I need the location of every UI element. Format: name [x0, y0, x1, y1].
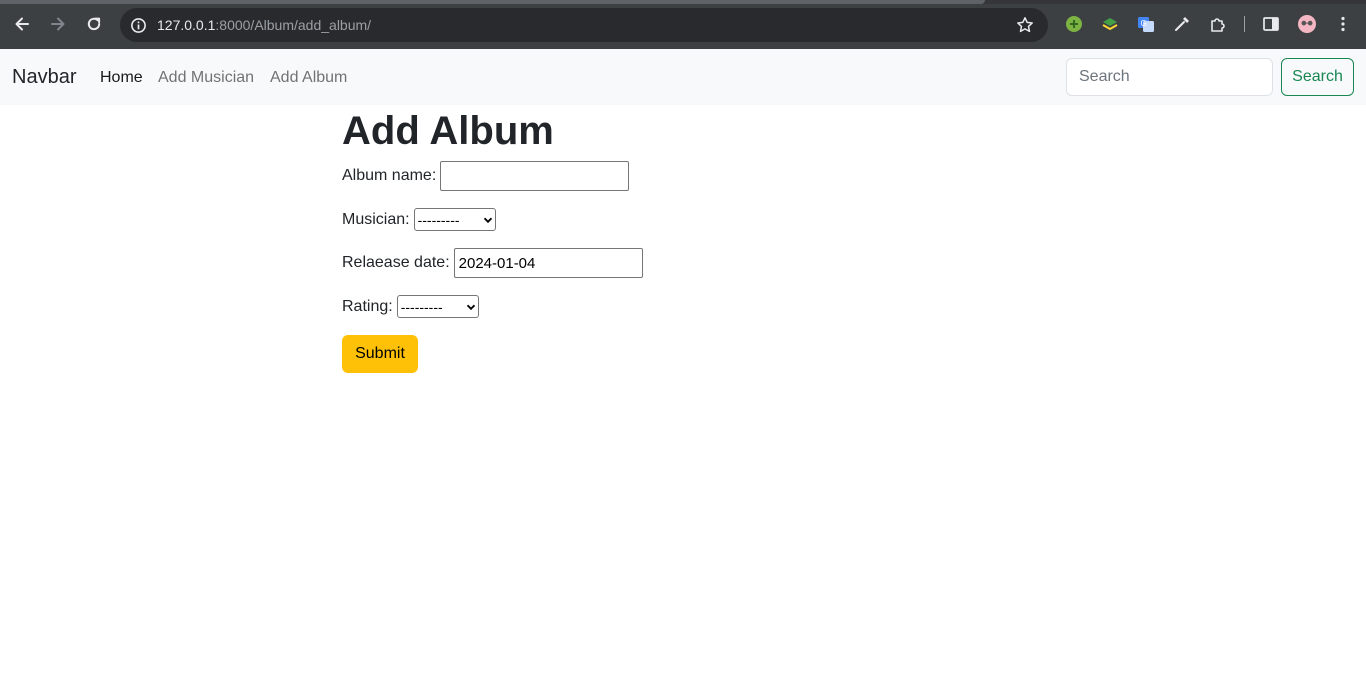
- rating-selected-value: ---------: [400, 298, 443, 315]
- search-input[interactable]: [1066, 58, 1273, 96]
- browser-menu-icon[interactable]: [1333, 14, 1353, 34]
- arrow-left-icon: [15, 17, 29, 31]
- side-panel-icon[interactable]: [1261, 14, 1281, 34]
- svg-text:G: G: [1141, 19, 1147, 28]
- nav-link-add-musician[interactable]: Add Musician: [158, 68, 254, 88]
- url-text: 127.0.0.1:8000/Album/add_album/: [157, 17, 371, 33]
- reload-icon: [87, 17, 101, 31]
- back-button[interactable]: [9, 11, 35, 37]
- page-title: Add Album: [342, 109, 554, 153]
- url-path: :8000/Album/add_album/: [215, 17, 372, 33]
- site-info-icon[interactable]: [128, 15, 148, 35]
- nav-link-home[interactable]: Home: [100, 68, 143, 88]
- profile-avatar[interactable]: [1297, 14, 1317, 34]
- rating-row: Rating: ---------: [342, 295, 479, 318]
- bookmark-star-icon[interactable]: [1016, 16, 1034, 34]
- browser-toolbar: 127.0.0.1:8000/Album/add_album/ G: [0, 0, 1366, 49]
- release-date-label: Relaease date:: [342, 254, 450, 271]
- submit-button[interactable]: Submit: [342, 335, 418, 373]
- musician-label: Musician:: [342, 210, 410, 228]
- musician-selected-value: ---------: [417, 211, 460, 228]
- tab-strip: [0, 0, 1366, 4]
- extensions-puzzle-icon[interactable]: [1208, 14, 1228, 34]
- musician-row: Musician: ---------: [342, 208, 496, 231]
- album-name-field[interactable]: [440, 161, 630, 191]
- address-bar[interactable]: 127.0.0.1:8000/Album/add_album/: [120, 8, 1048, 42]
- chevron-down-icon: [483, 215, 493, 225]
- site-navbar: Navbar Home Add Musician Add Album Searc…: [0, 49, 1366, 105]
- rating-label: Rating:: [342, 297, 393, 315]
- toolbar-divider: [1244, 16, 1245, 32]
- release-date-row: Relaease date:: [342, 248, 643, 278]
- album-name-label: Album name:: [342, 167, 437, 184]
- rating-select[interactable]: ---------: [396, 295, 479, 318]
- arrow-right-icon: [51, 17, 65, 31]
- extension-layers-icon[interactable]: [1100, 14, 1120, 34]
- chevron-down-icon: [466, 302, 476, 312]
- extension-eyedropper-icon[interactable]: [1172, 14, 1192, 34]
- url-host: 127.0.0.1: [157, 17, 216, 33]
- navbar-brand[interactable]: Navbar: [12, 65, 76, 89]
- extension-translate-icon[interactable]: G: [1136, 14, 1156, 34]
- extension-green-plus-icon[interactable]: [1064, 14, 1084, 34]
- forward-button[interactable]: [45, 11, 71, 37]
- reload-button[interactable]: [81, 11, 107, 37]
- musician-select[interactable]: ---------: [413, 208, 496, 231]
- album-name-row: Album name:: [342, 161, 630, 191]
- nav-link-add-album[interactable]: Add Album: [270, 68, 347, 88]
- active-tab-indicator: [0, 0, 985, 4]
- search-button[interactable]: Search: [1281, 58, 1354, 96]
- release-date-field[interactable]: [453, 248, 643, 278]
